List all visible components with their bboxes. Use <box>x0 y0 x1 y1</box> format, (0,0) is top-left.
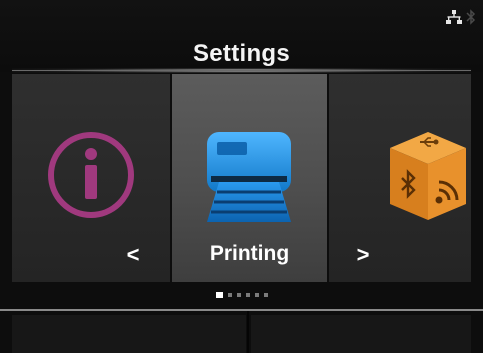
interface-cube-icon <box>390 132 466 220</box>
header-divider <box>12 70 471 71</box>
left-softkey[interactable] <box>12 315 246 353</box>
softkey-divider-line <box>0 309 483 311</box>
page-dot <box>254 293 259 297</box>
page-dot <box>227 293 232 297</box>
printer-icon <box>207 132 291 222</box>
tile-information[interactable] <box>12 74 170 282</box>
softkey-separator <box>247 311 249 353</box>
page-dot <box>263 293 268 297</box>
page-indicator <box>0 290 483 300</box>
page-dot-active <box>215 292 223 298</box>
settings-screen: Settings Printing < > <box>0 0 483 353</box>
header-bar: Settings <box>0 0 483 73</box>
right-softkey[interactable] <box>251 315 471 353</box>
bluetooth-icon <box>466 9 476 25</box>
network-icon <box>446 10 462 24</box>
page-dot <box>245 293 250 297</box>
page-dot <box>236 293 241 297</box>
menu-carousel: Printing < > <box>12 74 471 282</box>
tile-printing[interactable]: Printing <box>172 74 327 282</box>
next-arrow-button[interactable]: > <box>352 242 374 268</box>
info-icon <box>48 132 134 218</box>
previous-arrow-button[interactable]: < <box>122 242 144 268</box>
selected-item-label: Printing <box>209 242 290 265</box>
tile-interface[interactable] <box>329 74 471 282</box>
page-title: Settings <box>192 40 291 67</box>
